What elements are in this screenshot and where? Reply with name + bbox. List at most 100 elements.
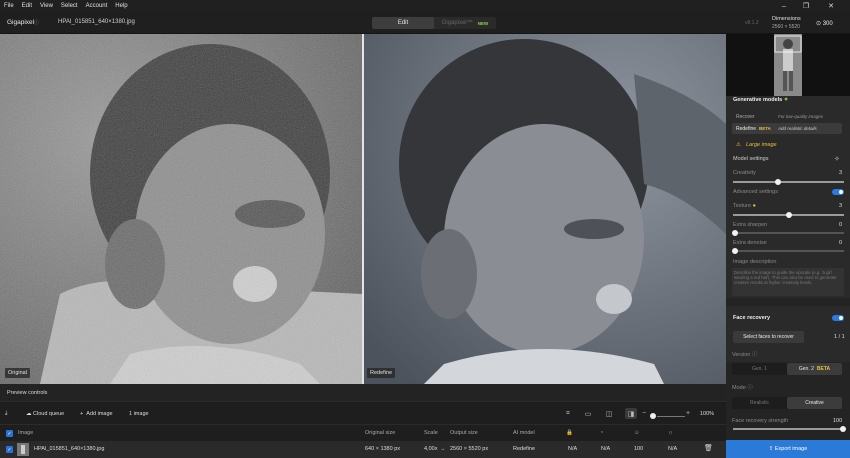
face-strength-slider[interactable] (733, 428, 844, 430)
face-strength-label: Face recovery strength (732, 418, 789, 424)
creativity-slider[interactable] (733, 181, 844, 183)
model-redefine-label-wrap: Redefine BETA (732, 126, 778, 132)
model-recover[interactable]: Recover For low-quality images (732, 111, 842, 122)
menu-help[interactable]: Help (111, 3, 131, 9)
preview-image (364, 34, 726, 384)
settings-sparkle-icon[interactable]: ✧ (834, 155, 840, 163)
table-row[interactable]: ✓ HPAI_015851_640×1380.jpg 640 × 1380 px… (0, 441, 726, 458)
row-scale[interactable]: 4,00x (424, 446, 437, 452)
extra-denoise-slider[interactable] (733, 250, 844, 252)
select-all-checkbox[interactable]: ✓ (6, 430, 13, 437)
menu-edit[interactable]: Edit (18, 3, 36, 9)
close-icon[interactable]: ✕ (820, 0, 842, 12)
image-description-input[interactable]: Describe the image to guide the upscale … (732, 268, 844, 296)
large-image-warning: Large image (746, 142, 777, 148)
beta-badge: BETA (759, 125, 771, 131)
col-ai-model[interactable]: AI model (513, 430, 535, 436)
realistic-option[interactable]: Realistic (732, 397, 787, 409)
texture-label-text: Texture (733, 203, 752, 209)
side-by-side-icon[interactable]: ◫ (603, 408, 615, 419)
image-description-label: Image description (733, 259, 777, 265)
col-original-size[interactable]: Original size (365, 430, 395, 436)
app-brand: Gigapixel (7, 19, 35, 26)
version-info-icon[interactable]: ⓘ (752, 352, 758, 358)
row-value-3: 100 (634, 446, 644, 452)
cloud-queue-button[interactable]: ☁ Cloud queue (26, 403, 64, 424)
face-strength-value: 100 (833, 418, 843, 424)
credits-value: 300 (822, 21, 833, 27)
menu-account[interactable]: Account (82, 3, 112, 9)
export-image-button[interactable]: ⇪ Export image (726, 440, 850, 458)
extra-sharpen-label: Extra sharpen (733, 222, 768, 228)
zoom-out-icon[interactable]: − (642, 410, 646, 417)
mode-info-icon[interactable]: ⓘ (747, 385, 753, 391)
faces-count: 1 / 1 (834, 334, 845, 340)
creativity-col-icon: ◔ (600, 430, 604, 436)
gen2-label: Gen. 2 (798, 366, 814, 372)
extra-denoise-value: 0 (839, 240, 843, 246)
restore-icon[interactable]: ❐ (795, 0, 817, 12)
extra-sharpen-value: 0 (839, 222, 843, 228)
trash-icon[interactable]: 🗑 (704, 444, 713, 452)
credits-icon: ⊙ (816, 21, 823, 27)
row-filename: HPAI_015851_640×1380.jpg (34, 446, 105, 452)
minimize-icon[interactable]: – (773, 0, 795, 12)
top-bar: Gigapixel ⓘ HPAI_015851_640×1380.jpg Edi… (0, 12, 850, 34)
col-output-size[interactable]: Output size (450, 430, 478, 436)
dimensions-value: 2560 × 5520 (772, 24, 800, 30)
navigator-image (774, 34, 802, 96)
row-value-1: N/A (568, 446, 578, 452)
mode-label-text: Mode (732, 385, 746, 391)
tab-edit[interactable]: Edit (372, 17, 434, 29)
info-icon[interactable]: ⓘ (34, 19, 39, 26)
mode-switch-face: Realistic Creative (732, 397, 842, 409)
creativity-value: 3 (839, 170, 843, 176)
zoom-slider[interactable] (657, 416, 685, 417)
menu-file[interactable]: File (0, 3, 18, 9)
zoom-in-icon[interactable]: + (686, 410, 690, 417)
zoom-level[interactable]: 100% (700, 403, 714, 424)
sparkle-icon: ✦ (783, 97, 789, 103)
select-faces-button[interactable]: Select faces to recover (733, 331, 804, 343)
collapse-icon[interactable]: ⤓ (5, 403, 7, 424)
image-viewer[interactable]: Original Redefine (0, 34, 726, 384)
col-scale[interactable]: Scale (424, 430, 438, 436)
version-switch: Gen. 1 Gen. 2 BETA (732, 363, 842, 375)
tab-gigapixel-label: Gigapixel™ (441, 20, 473, 26)
single-view-icon[interactable]: ▭ (582, 408, 594, 419)
model-redefine[interactable]: Redefine BETA Add realistic details (732, 123, 842, 134)
menu-select[interactable]: Select (57, 3, 82, 9)
face-strength-knob[interactable] (840, 426, 846, 432)
advanced-settings-toggle[interactable] (832, 189, 844, 195)
texture-dot-icon: ● (752, 203, 756, 209)
creativity-label: Creativity (733, 170, 756, 176)
zoom-slider-knob[interactable] (650, 413, 656, 419)
generative-title-text: Generative models (733, 97, 783, 103)
gen2-option[interactable]: Gen. 2 BETA (787, 363, 842, 375)
extra-sharpen-knob[interactable] (732, 230, 738, 236)
menu-bar: File Edit View Select Account Help – ❐ ✕ (0, 0, 850, 12)
col-image[interactable]: Image (18, 430, 33, 436)
credits-counter[interactable]: ⊙ 300 (816, 20, 833, 27)
texture-value: 3 (839, 203, 843, 209)
face-recovery-toggle[interactable] (832, 315, 844, 321)
tab-gigapixel[interactable]: Gigapixel™ NEW (434, 17, 496, 29)
preview-controls-bar[interactable]: Preview controls (0, 384, 726, 402)
face-detect-icon[interactable]: ⌗ (562, 408, 574, 419)
texture-slider-knob[interactable] (786, 212, 792, 218)
add-image-button[interactable]: + Add image (80, 403, 113, 424)
new-badge: NEW (477, 20, 489, 26)
file-name: HPAI_015851_640×1380.jpg (58, 19, 135, 25)
split-view-icon[interactable]: ◨ (625, 408, 637, 419)
menu-view[interactable]: View (36, 3, 57, 9)
original-image (0, 34, 362, 384)
navigator-thumbnail[interactable] (726, 34, 850, 96)
gen1-option[interactable]: Gen. 1 (732, 363, 787, 375)
extra-sharpen-slider[interactable] (733, 232, 844, 234)
row-value-2: N/A (601, 446, 611, 452)
creative-option[interactable]: Creative (787, 397, 842, 409)
extra-denoise-label: Extra denoise (733, 240, 767, 246)
extra-denoise-knob[interactable] (732, 248, 738, 254)
row-checkbox[interactable]: ✓ (6, 446, 13, 453)
model-redefine-label: Redefine (736, 125, 757, 132)
